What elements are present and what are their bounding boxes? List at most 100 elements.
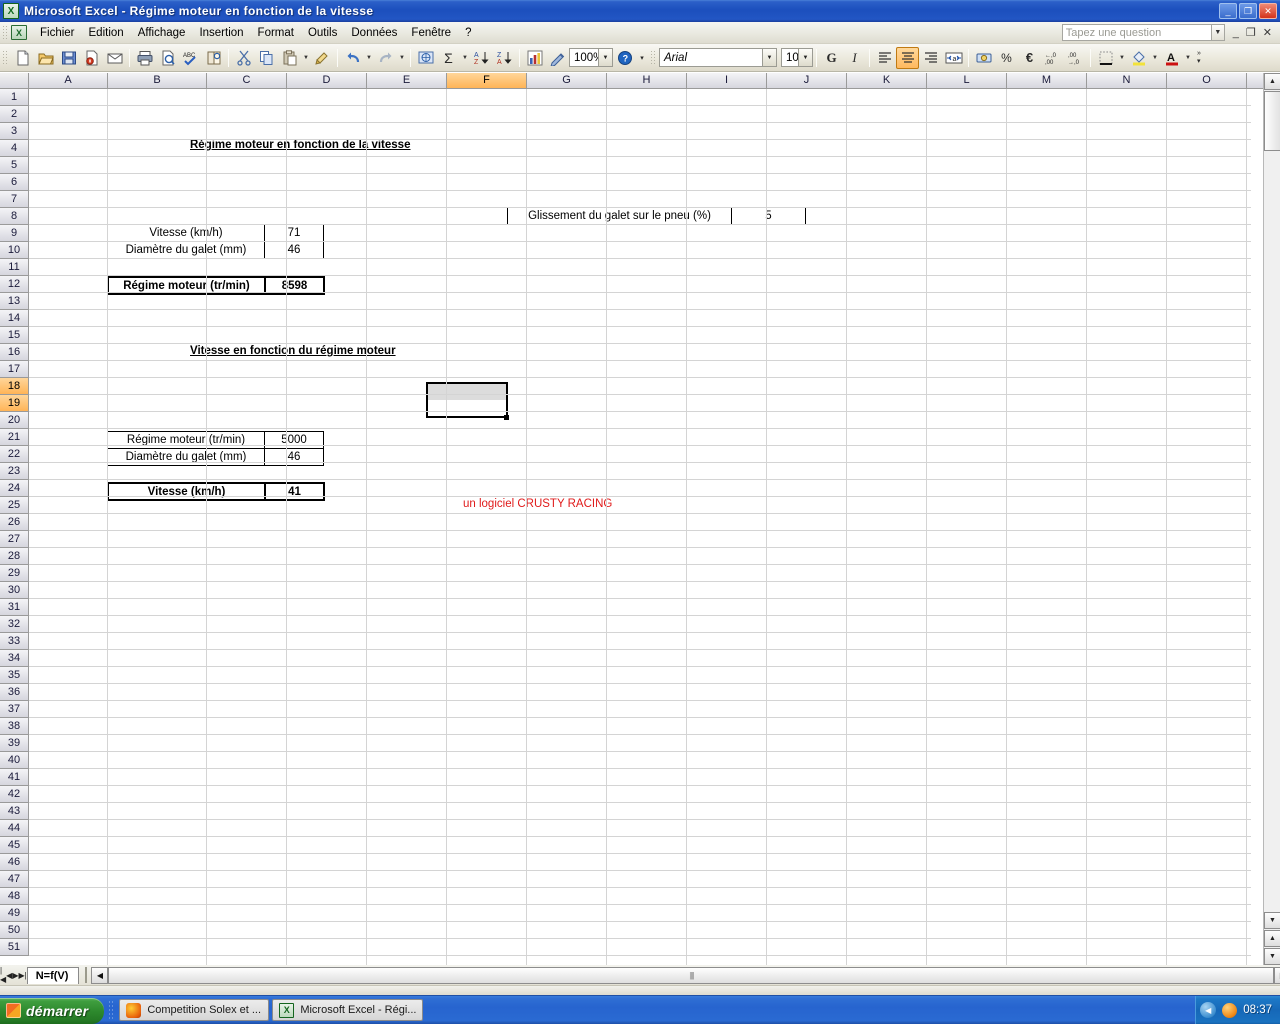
font-name-chevron-down-icon[interactable]: ▼ [762, 49, 776, 66]
merge-and-center-button[interactable]: a [942, 47, 965, 69]
undo-chevron-down-icon[interactable]: ▼ [364, 47, 374, 69]
row-header-12[interactable]: 12 [0, 276, 29, 293]
column-header-b[interactable]: B [108, 73, 207, 89]
scroll-up-button[interactable]: ▲ [1264, 73, 1280, 90]
row-header-16[interactable]: 16 [0, 344, 29, 361]
row-header-46[interactable]: 46 [0, 854, 29, 871]
selected-cell-f19[interactable] [428, 400, 506, 416]
row-header-40[interactable]: 40 [0, 752, 29, 769]
column-header-j[interactable]: J [767, 73, 847, 89]
hscroll-left-button[interactable]: ◀ [91, 966, 109, 984]
select-all-corner[interactable] [0, 73, 29, 89]
menu-format[interactable]: Format [251, 25, 301, 41]
row-header-23[interactable]: 23 [0, 463, 29, 480]
slip-table[interactable]: Glissement du galet sur le pneu (%) 5 [507, 207, 806, 225]
zoom-chevron-down-icon[interactable]: ▼ [598, 49, 612, 66]
open-button[interactable] [34, 47, 57, 69]
hscroll-right-button[interactable]: ▶ [1274, 966, 1280, 984]
paste-button[interactable] [278, 47, 301, 69]
menu-grip-handle[interactable] [2, 24, 9, 41]
ask-question-input[interactable]: Tapez une question [1061, 24, 1212, 41]
fill-handle[interactable] [504, 415, 509, 420]
autosum-chevron-down-icon[interactable]: ▼ [460, 47, 470, 69]
row-header-51[interactable]: 51 [0, 939, 29, 956]
fill-color-chevron-down-icon[interactable]: ▼ [1150, 47, 1160, 69]
window-close-button[interactable]: ✕ [1259, 3, 1277, 19]
font-size-chevron-down-icon[interactable]: ▼ [798, 49, 812, 66]
zoom-combobox[interactable]: 100% ▼ [569, 48, 613, 67]
row-header-28[interactable]: 28 [0, 548, 29, 565]
menu-outils[interactable]: Outils [301, 25, 344, 41]
row-header-43[interactable]: 43 [0, 803, 29, 820]
section1-input1-value[interactable]: 46 [264, 241, 324, 259]
row-header-44[interactable]: 44 [0, 820, 29, 837]
column-header-d[interactable]: D [287, 73, 367, 89]
row-header-41[interactable]: 41 [0, 769, 29, 786]
active-cell-selection[interactable] [426, 382, 508, 418]
borders-button[interactable] [1094, 47, 1117, 69]
sheet-tab-nfv[interactable]: N=f(V) [26, 966, 80, 984]
row-header-35[interactable]: 35 [0, 667, 29, 684]
percent-style-button[interactable]: % [995, 47, 1018, 69]
research-button[interactable] [202, 47, 225, 69]
borders-chevron-down-icon[interactable]: ▼ [1117, 47, 1127, 69]
horizontal-scrollbar[interactable]: ◀ |||| ▶ [91, 966, 1280, 984]
column-header-c[interactable]: C [207, 73, 287, 89]
cell-area[interactable]: Régime moteur en fonction de la vitesse … [29, 89, 1251, 965]
menu-donnees[interactable]: Données [344, 25, 404, 41]
email-button[interactable] [103, 47, 126, 69]
menu-fichier[interactable]: Fichier [33, 25, 82, 41]
scroll-down-button[interactable]: ▼ [1264, 912, 1280, 929]
row-header-25[interactable]: 25 [0, 497, 29, 514]
permission-button[interactable] [80, 47, 103, 69]
column-header-e[interactable]: E [367, 73, 447, 89]
row-header-22[interactable]: 22 [0, 446, 29, 463]
ask-a-question-box[interactable]: Tapez une question ▼ _ ❐ ✕ [1061, 24, 1276, 41]
table-row[interactable]: Diamètre du galet (mm) 46 [107, 241, 324, 259]
taskbar-grip-handle[interactable] [108, 1000, 116, 1020]
italic-button[interactable]: I [843, 47, 866, 69]
section2-input-table[interactable]: Régime moteur (tr/min) 5000 Diamètre du … [107, 431, 324, 466]
save-button[interactable] [57, 47, 80, 69]
row-header-30[interactable]: 30 [0, 582, 29, 599]
menu-edition[interactable]: Edition [82, 25, 131, 41]
print-preview-button[interactable] [156, 47, 179, 69]
spelling-button[interactable]: ABC [179, 47, 202, 69]
row-header-21[interactable]: 21 [0, 429, 29, 446]
section1-input0-value[interactable]: 71 [264, 224, 324, 242]
column-header-n[interactable]: N [1087, 73, 1167, 89]
euro-style-button[interactable]: € [1018, 47, 1041, 69]
copy-button[interactable] [255, 47, 278, 69]
row-header-36[interactable]: 36 [0, 684, 29, 701]
taskbar-clock[interactable]: 08:37 [1243, 1004, 1272, 1016]
vertical-scrollbar[interactable]: ▲ ▼ ▲ ▼ [1263, 73, 1280, 965]
row-header-45[interactable]: 45 [0, 837, 29, 854]
window-minimize-button[interactable]: _ [1219, 3, 1237, 19]
table-row[interactable]: Glissement du galet sur le pneu (%) 5 [507, 207, 806, 225]
show-hidden-icons-button[interactable]: ◀ [1200, 1002, 1217, 1018]
spreadsheet-grid[interactable]: ABCDEFGHIJKLMNO 1 2 3 4 5 6 7 8 9 10 11 12 13 14 15 16 1… [0, 73, 1280, 965]
format-painter-button[interactable] [311, 47, 334, 69]
print-button[interactable] [133, 47, 156, 69]
toolbar-grip-handle[interactable] [2, 49, 9, 66]
fill-color-button[interactable] [1127, 47, 1150, 69]
menu-fenetre[interactable]: Fenêtre [404, 25, 458, 41]
row-header-7[interactable]: 7 [0, 191, 29, 208]
vertical-scroll-thumb[interactable] [1264, 91, 1280, 151]
tray-orange-icon[interactable] [1222, 1002, 1238, 1018]
row-header-31[interactable]: 31 [0, 599, 29, 616]
row-header-49[interactable]: 49 [0, 905, 29, 922]
row-header-27[interactable]: 27 [0, 531, 29, 548]
row-header-39[interactable]: 39 [0, 735, 29, 752]
last-sheet-button[interactable]: ▶| [18, 967, 26, 983]
toolbar-options-button[interactable]: ▾ [636, 47, 648, 69]
font-color-chevron-down-icon[interactable]: ▼ [1183, 47, 1193, 69]
new-button[interactable] [11, 47, 34, 69]
align-center-button[interactable] [896, 46, 919, 69]
row-header-5[interactable]: 5 [0, 157, 29, 174]
row-header-6[interactable]: 6 [0, 174, 29, 191]
row-header-47[interactable]: 47 [0, 871, 29, 888]
row-header-33[interactable]: 33 [0, 633, 29, 650]
increase-decimal-button[interactable]: ←,0,00 [1041, 47, 1064, 69]
row-header-24[interactable]: 24 [0, 480, 29, 497]
